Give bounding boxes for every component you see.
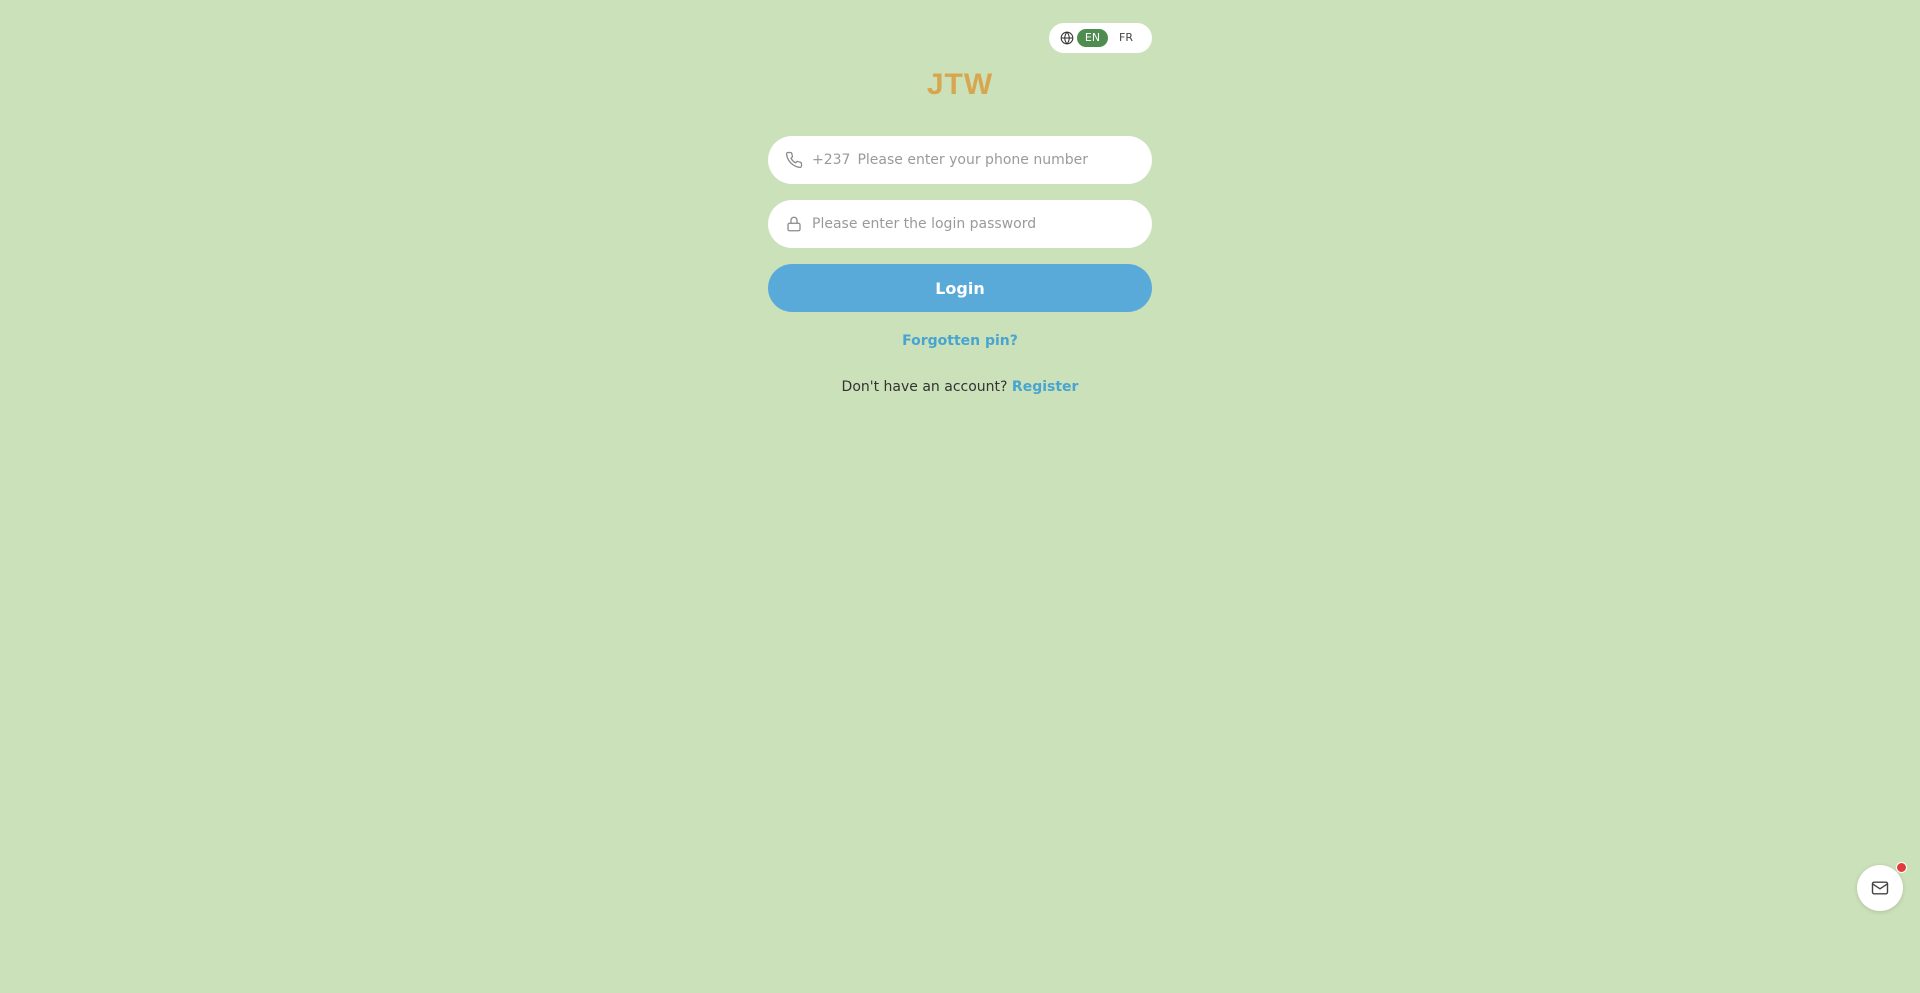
- brand-logo-text: JTW: [926, 68, 994, 101]
- messages-button[interactable]: [1857, 865, 1903, 911]
- login-page: EN FR JTW +237 Login Forgotten pin? Don'…: [0, 0, 1920, 993]
- globe-icon: [1060, 31, 1074, 45]
- mail-icon: [1870, 878, 1890, 898]
- forgotten-pin-link[interactable]: Forgotten pin?: [760, 333, 1160, 349]
- phone-icon: [785, 151, 803, 169]
- language-switcher: EN FR: [1049, 23, 1152, 53]
- phone-input[interactable]: [857, 140, 1152, 180]
- language-option-en[interactable]: EN: [1077, 29, 1108, 47]
- phone-field[interactable]: +237: [768, 136, 1152, 184]
- register-prompt-text: Don't have an account?: [841, 379, 1008, 395]
- password-field[interactable]: [768, 200, 1152, 248]
- notification-badge: [1896, 862, 1907, 873]
- language-option-fr[interactable]: FR: [1112, 29, 1140, 47]
- register-link[interactable]: Register: [1012, 379, 1079, 395]
- lock-icon: [785, 215, 803, 233]
- country-code-prefix: +237: [812, 152, 851, 168]
- register-prompt: Don't have an account? Register: [660, 379, 1260, 395]
- login-button[interactable]: Login: [768, 264, 1152, 312]
- password-input[interactable]: [812, 204, 1152, 244]
